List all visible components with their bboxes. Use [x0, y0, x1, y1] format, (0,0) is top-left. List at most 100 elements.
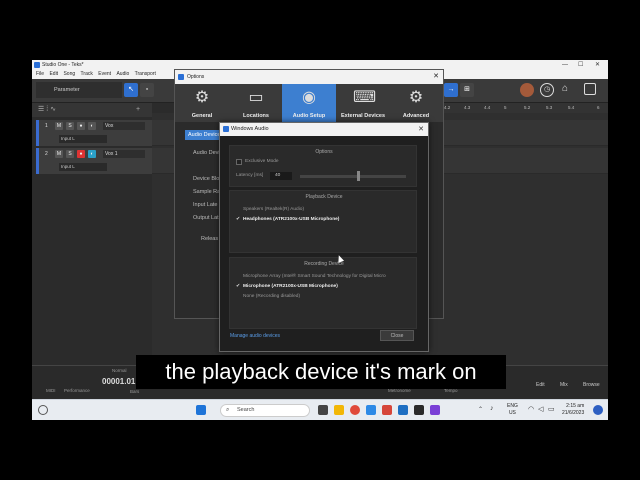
bars-label: Bars: [130, 389, 140, 394]
tab-audio-setup[interactable]: ◉ Audio Setup: [282, 84, 336, 122]
record-button[interactable]: ●: [77, 122, 85, 130]
speaker-icon: ◉: [302, 89, 316, 106]
track-1[interactable]: 1 M S ● ◐ Vox Input L: [36, 120, 152, 146]
tab-edit[interactable]: Edit: [536, 382, 545, 388]
menu-transport[interactable]: Transport: [135, 71, 156, 77]
widgets-icon[interactable]: [38, 405, 48, 415]
manage-audio-devices-link[interactable]: Manage audio devices: [230, 333, 280, 339]
tab-mix[interactable]: Mix: [560, 382, 568, 388]
option-row[interactable]: Releas: [201, 236, 218, 242]
time-display[interactable]: 00001.01: [102, 377, 135, 386]
gears-icon: ⚙: [408, 89, 424, 106]
playback-device-item[interactable]: Speakers (Realtek(R) Audio): [243, 207, 304, 212]
menu-song[interactable]: Song: [63, 71, 75, 77]
menu-track[interactable]: Track: [81, 71, 93, 77]
exclusive-mode-checkbox[interactable]: [236, 159, 242, 165]
app-title: Studio One - Teks*: [42, 62, 84, 68]
menu-event[interactable]: Event: [98, 71, 111, 77]
tab-general[interactable]: ⚙ General: [175, 84, 229, 122]
wifi-icon[interactable]: ◠: [528, 405, 534, 413]
tab-locations[interactable]: ▭ Locations: [229, 84, 283, 122]
recording-device-item[interactable]: None (Recording disabled): [243, 294, 300, 299]
minimize-icon[interactable]: —: [562, 60, 568, 70]
close-button[interactable]: Close: [380, 330, 414, 341]
option-row: Device Blo: [193, 176, 220, 182]
home-icon[interactable]: ⌂: [562, 83, 568, 94]
search-placeholder: Search: [237, 407, 255, 413]
options-title: Options: [187, 74, 205, 80]
window-icon[interactable]: [584, 83, 596, 95]
tab-external-devices[interactable]: ⌨ External Devices: [336, 84, 390, 122]
track-input-select[interactable]: Input L: [59, 163, 107, 171]
solo-button[interactable]: S: [66, 150, 74, 158]
latency-slider[interactable]: [300, 175, 406, 178]
clock-icon[interactable]: ◷: [540, 83, 554, 97]
latency-label: Latency [ms]: [236, 173, 264, 178]
menu-edit[interactable]: Edit: [49, 71, 58, 77]
record-button[interactable]: ●: [77, 150, 85, 158]
forward-icon[interactable]: →: [444, 83, 458, 97]
start-icon[interactable]: [196, 405, 206, 415]
timeline-ruler[interactable]: 4.2 4.3 4.4 5 5.2 5.3 5.4 6: [442, 103, 608, 113]
menu-file[interactable]: File: [36, 71, 44, 77]
close-icon[interactable]: ✕: [418, 123, 424, 136]
solo-button[interactable]: S: [66, 122, 74, 130]
add-track-icon[interactable]: +: [136, 103, 140, 117]
app-icon[interactable]: [366, 405, 376, 415]
monitor-button[interactable]: ◐: [88, 150, 96, 158]
chevron-up-icon[interactable]: ⌃: [478, 406, 483, 413]
close-icon[interactable]: ✕: [433, 70, 439, 84]
dialog-title: Windows Audio: [231, 126, 269, 132]
language-indicator[interactable]: ENG US: [507, 403, 518, 417]
file-explorer-icon[interactable]: [334, 405, 344, 415]
tab-label: General: [191, 113, 213, 119]
track-input-select[interactable]: Input L: [59, 135, 107, 143]
windows-audio-dialog: Windows Audio ✕ Options Exclusive Mode L…: [219, 122, 429, 352]
battery-icon[interactable]: ▭: [548, 405, 555, 413]
section-header: Playback Device: [305, 194, 343, 200]
performance-label: Performance: [64, 388, 90, 393]
recording-device-item[interactable]: Microphone Array (Intel® Smart Sound Tec…: [243, 274, 386, 279]
app-icon[interactable]: [382, 405, 392, 415]
mute-button[interactable]: M: [55, 150, 63, 158]
range-tool-button[interactable]: ▫: [140, 83, 154, 97]
track-name[interactable]: Vox 1: [103, 150, 145, 158]
playback-device-item-selected[interactable]: Headphones (ATR2100x-USB Microphone): [243, 217, 339, 222]
tab-audio-device[interactable]: Audio Device: [185, 130, 224, 140]
clock-date: 21/6/2023: [562, 410, 585, 416]
track-2[interactable]: 2 M S ● ◐ Vox 1 Input L: [36, 148, 152, 174]
avatar[interactable]: [520, 83, 534, 97]
checkmark-icon: ✔: [236, 216, 241, 222]
taskbar-search[interactable]: ⌕ Search: [220, 404, 310, 417]
video-caption: the playback device it's mark on: [136, 355, 506, 389]
arrow-tool-button[interactable]: ↖: [124, 83, 138, 97]
microphone-icon[interactable]: ♪: [490, 405, 494, 412]
options-app-icon: [178, 74, 184, 80]
maximize-icon[interactable]: ☐: [578, 60, 583, 70]
latency-input[interactable]: 40: [270, 172, 292, 180]
latency-slider-thumb[interactable]: [357, 171, 361, 181]
mute-button[interactable]: M: [55, 122, 63, 130]
tab-advanced[interactable]: ⚙ Advanced: [389, 84, 443, 122]
chrome-icon[interactable]: [350, 405, 360, 415]
system-clock[interactable]: 2:15 am 21/6/2023: [562, 403, 584, 417]
volume-icon[interactable]: ◁: [538, 405, 543, 413]
monitor-button[interactable]: ◐: [88, 122, 96, 130]
grid-icon[interactable]: ⊞: [460, 83, 474, 97]
mode-label[interactable]: Normal: [112, 368, 127, 373]
notification-icon[interactable]: [593, 405, 603, 415]
trello-icon[interactable]: [398, 405, 408, 415]
recording-device-item-selected[interactable]: Microphone (ATR2100x-USB Microphone): [243, 284, 338, 289]
tab-browse[interactable]: Browse: [583, 382, 600, 388]
menu-audio[interactable]: Audio: [116, 71, 129, 77]
track-number: 2: [45, 151, 48, 157]
studio-one-icon[interactable]: [414, 405, 424, 415]
parameter-box[interactable]: Parameter: [36, 82, 122, 98]
task-view-icon[interactable]: [318, 405, 328, 415]
close-icon[interactable]: ✕: [595, 60, 600, 70]
tracklist-icons[interactable]: ☰ ⁞ ∿: [38, 106, 56, 113]
track-name[interactable]: Vox: [103, 122, 145, 130]
options-titlebar: Options ✕: [175, 70, 443, 84]
midi-label: MIDI: [46, 388, 56, 393]
app-icon[interactable]: [430, 405, 440, 415]
